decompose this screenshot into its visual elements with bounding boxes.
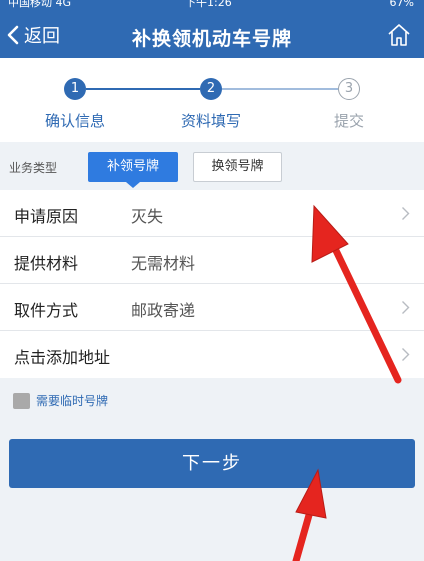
- tab-reissue-plate[interactable]: 补领号牌: [88, 152, 178, 182]
- chevron-right-icon: [402, 348, 410, 361]
- step-3-circle: 3: [338, 78, 360, 100]
- row-label: 取件方式: [14, 301, 79, 320]
- nav-bar: 返回 补换领机动车号牌: [0, 12, 424, 58]
- form-row-pickup-method[interactable]: 取件方式 邮政寄递: [0, 284, 424, 331]
- row-label: 提供材料: [14, 254, 79, 273]
- temp-plate-checkbox[interactable]: [13, 392, 30, 409]
- chevron-right-icon: [402, 301, 410, 314]
- chevron-right-icon: [402, 207, 410, 220]
- form-row-materials: 提供材料 无需材料: [0, 237, 424, 284]
- step-2-circle: 2: [200, 78, 222, 100]
- row-label: 点击添加地址: [14, 348, 111, 367]
- temp-plate-option[interactable]: 需要临时号牌: [13, 392, 108, 409]
- business-type-label: 业务类型: [9, 161, 58, 175]
- home-icon[interactable]: [386, 22, 412, 48]
- temp-plate-label: 需要临时号牌: [36, 394, 109, 408]
- business-type-selector: 业务类型 补领号牌 换领号牌: [0, 142, 424, 190]
- tab-replace-plate[interactable]: 换领号牌: [193, 152, 282, 182]
- step-3-label: 提交: [333, 112, 364, 130]
- row-label: 申请原因: [14, 207, 79, 226]
- carrier-text: 中国移动 4G: [8, 0, 72, 9]
- page-title: 补换领机动车号牌: [131, 28, 292, 50]
- row-value: 灭失: [131, 207, 164, 226]
- step-1-circle: 1: [64, 78, 86, 100]
- application-form: 申请原因 灭失 提供材料 无需材料 取件方式 邮政寄递 点击添加地址: [0, 190, 424, 378]
- next-step-button[interactable]: 下一步: [9, 439, 415, 488]
- progress-steps: 1 2 3 确认信息 资料填写 提交: [0, 58, 424, 142]
- step-1-label: 确认信息: [44, 112, 105, 130]
- step-2-label: 资料填写: [180, 112, 241, 130]
- form-row-reason[interactable]: 申请原因 灭失: [0, 190, 424, 237]
- battery-text: 67%: [389, 0, 414, 9]
- time-text: 下午1:26: [185, 0, 232, 9]
- status-bar: 中国移动 4G 下午1:26 67%: [0, 0, 424, 12]
- row-value: 邮政寄递: [131, 301, 196, 320]
- row-value: 无需材料: [131, 254, 196, 273]
- step-connector-2: [222, 88, 338, 90]
- form-row-add-address[interactable]: 点击添加地址: [0, 331, 424, 378]
- step-connector-1: [86, 88, 200, 90]
- tab-selected-indicator: [126, 182, 140, 188]
